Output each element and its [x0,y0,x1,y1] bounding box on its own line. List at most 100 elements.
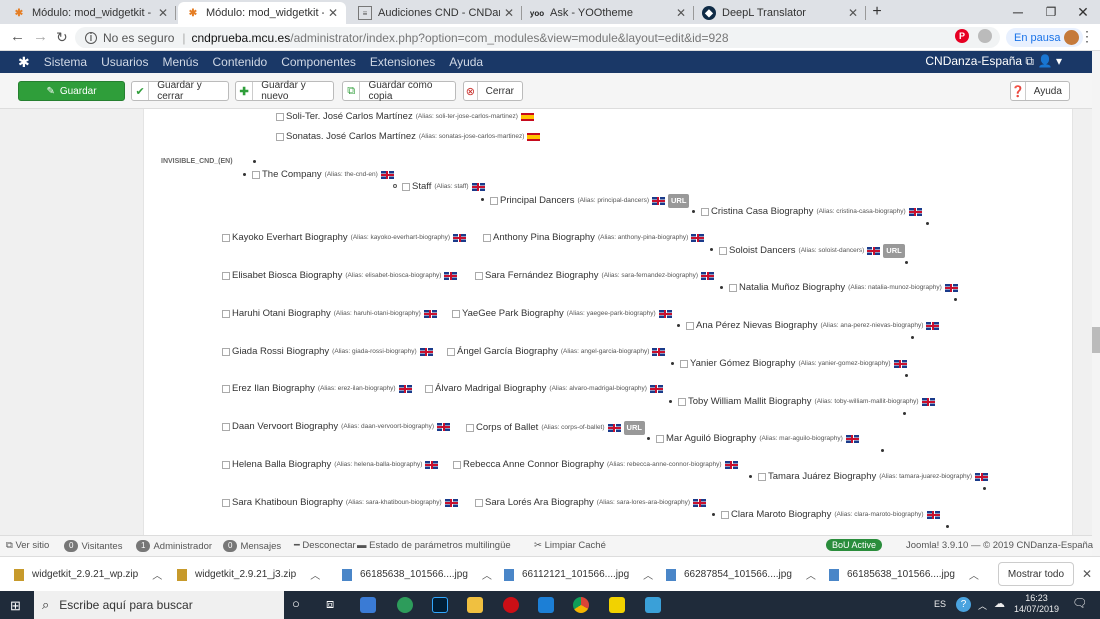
menu-item-entry[interactable]: Kayoko Everhart Biography (Alias: kayoko-… [222,232,467,244]
menu-item-checkbox[interactable] [252,171,260,179]
menu-ayuda[interactable]: Ayuda [449,55,483,69]
menu-item-checkbox[interactable] [758,473,766,481]
logout-link[interactable]: ━ Desconectar [294,540,356,551]
download-item[interactable]: widgetkit_2.9.21_wp.zip ︿ [14,567,162,582]
download-item[interactable]: 66287854_101566....jpg ︿ [666,567,816,582]
minimize-icon[interactable]: ─ [1003,2,1033,22]
page-scrollbar[interactable] [1092,51,1100,556]
photoshop-icon[interactable] [432,597,448,613]
menu-item-principal-dancers[interactable]: Principal Dancers (Alias: principal-dance… [490,194,690,208]
save-close-button[interactable]: ✔ Guardar y cerrar [131,80,229,102]
menu-item-entry[interactable]: Giada Rossi Biography (Alias: giada-rossi… [222,346,433,358]
clear-cache-link[interactable]: ✂ Limpiar Caché [534,540,606,551]
chevron-up-icon[interactable]: ︿ [482,567,492,582]
scrollbar-thumb[interactable] [1092,327,1100,353]
close-icon[interactable]: ✕ [1082,567,1092,581]
menu-item-entry[interactable]: Cristina Casa Biography (Alias: cristina-… [701,206,922,218]
menu-item-checkbox[interactable] [276,113,284,121]
messages-item[interactable]: 0 Mensajes [223,540,281,552]
menu-item-checkbox[interactable] [222,461,230,469]
menu-item-checkbox[interactable] [222,234,230,242]
close-icon[interactable]: ✕ [676,6,686,20]
menu-item-checkbox[interactable] [729,284,737,292]
menu-item-entry[interactable]: Álvaro Madrigal Biography (Alias: alvaro-… [425,383,663,395]
extension-icon[interactable] [978,29,992,43]
show-all-button[interactable]: Mostrar todo [998,562,1074,586]
save-new-button[interactable]: ✚ Guardar y nuevo [235,80,334,102]
menu-usuarios[interactable]: Usuarios [101,55,148,69]
menu-item-entry[interactable]: Natalia Muñoz Biography (Alias: natalia-m… [729,282,958,294]
menu-item-checkbox[interactable] [680,360,688,368]
app-icon[interactable] [360,597,376,613]
help-tray-icon[interactable]: ? [956,597,971,612]
notifications-icon[interactable]: 🗨 [1072,596,1087,610]
chevron-up-icon[interactable]: ︿ [969,567,979,582]
menu-item-soloist-dancers[interactable]: Soloist Dancers (Alias: soloist-dancers) U… [719,244,905,258]
app-icon[interactable] [645,597,661,613]
menu-item-entry[interactable]: Sara Fernández Biography (Alias: sara-fer… [475,270,715,282]
menu-item-entry[interactable]: Yanier Gómez Biography (Alias: yanier-gom… [680,358,907,370]
close-icon[interactable]: ✕ [328,6,338,20]
clock[interactable]: 16:23 14/07/2019 [1014,593,1059,615]
menu-item-checkbox[interactable] [222,272,230,280]
menu-item-checkbox[interactable] [222,310,230,318]
menu-item-checkbox[interactable] [276,133,284,141]
menu-item-checkbox[interactable] [475,499,483,507]
language-indicator[interactable]: ES [934,599,946,609]
admin-item[interactable]: 1 Administrador [136,540,212,552]
multilang-link[interactable]: ▬ Estado de parámetros multilingüe [357,540,511,551]
menu-item-checkbox[interactable] [466,424,474,432]
info-icon[interactable]: i [85,31,97,44]
window-close-icon[interactable]: ✕ [1068,2,1098,22]
download-item[interactable]: widgetkit_2.9.21_j3.zip ︿ [177,567,320,582]
pinterest-icon[interactable]: P [955,29,969,43]
menu-item-the-company[interactable]: The Company (Alias: the-cnd-en) [252,169,394,181]
opera-icon[interactable] [503,597,519,613]
back-icon[interactable]: ← [10,28,25,46]
menu-item-checkbox[interactable] [222,385,230,393]
cortana-icon[interactable]: ○ [292,596,300,611]
menu-item-checkbox[interactable] [425,385,433,393]
visitors-item[interactable]: 0 Visitantes [64,540,122,552]
menu-item-checkbox[interactable] [678,398,686,406]
site-link[interactable]: CNDanza-España ⧉ [925,54,1034,69]
reload-icon[interactable]: ↻ [56,28,68,46]
forward-icon[interactable]: → [33,28,48,46]
menu-item-checkbox[interactable] [222,423,230,431]
menu-contenido[interactable]: Contenido [212,55,267,69]
taskbar-search[interactable]: ⌕ Escribe aquí para buscar [34,591,284,619]
menu-item-entry[interactable]: Daan Vervoort Biography (Alias: daan-verv… [222,421,451,433]
view-site-link[interactable]: ⧉ Ver sitio [6,540,49,551]
restore-icon[interactable]: ❐ [1036,2,1066,22]
browser-tab[interactable]: ◆ DeepL Translator ✕ [694,2,866,24]
app-icon[interactable] [397,597,413,613]
close-icon[interactable]: ✕ [848,6,858,20]
chevron-up-icon[interactable]: ︿ [806,567,816,582]
close-icon[interactable]: ✕ [158,6,168,20]
menu-item-entry[interactable]: YaeGee Park Biography (Alias: yaegee-park… [452,308,672,320]
browser-tab[interactable]: ≡ Audiciones CND - CNDanza-Espa ✕ [350,2,522,24]
menu-item-staff[interactable]: Staff (Alias: staff) [402,181,485,193]
menu-item-checkbox[interactable] [475,272,483,280]
new-tab-button[interactable]: + [862,2,892,22]
menu-item-entry[interactable]: Mar Aguiló Biography (Alias: mar-aguilo-b… [656,433,859,445]
menu-item-checkbox[interactable] [222,499,230,507]
help-button[interactable]: ❓ Ayuda [1010,81,1070,101]
menu-item-corps-of-ballet[interactable]: Corps of Ballet (Alias: corps-of-ballet) U… [466,421,645,435]
menu-item-checkbox[interactable] [721,511,729,519]
menu-extensiones[interactable]: Extensiones [370,55,435,69]
close-button[interactable]: ⊗ Cerrar [463,81,523,101]
menu-item-checkbox[interactable] [483,234,491,242]
profile-pause-button[interactable]: En pausa [1006,28,1084,47]
chevron-up-icon[interactable]: ︿ [978,599,987,612]
close-icon[interactable]: ✕ [504,6,514,20]
menu-item-checkbox[interactable] [452,310,460,318]
menu-item-checkbox[interactable] [447,348,455,356]
menu-item-entry[interactable]: Sonatas. José Carlos Martínez (Alias: son… [276,131,541,143]
cloud-icon[interactable]: ☁ [994,597,1005,610]
menu-item-entry[interactable]: Ana Pérez Nievas Biography (Alias: ana-pe… [686,320,940,332]
joomla-logo-icon[interactable]: ✱ [18,54,30,71]
app-icon[interactable] [538,597,554,613]
menu-sistema[interactable]: Sistema [44,55,87,69]
browser-tab-active[interactable]: ✱ Módulo: mod_widgetkit - CNDan ✕ [178,2,346,24]
